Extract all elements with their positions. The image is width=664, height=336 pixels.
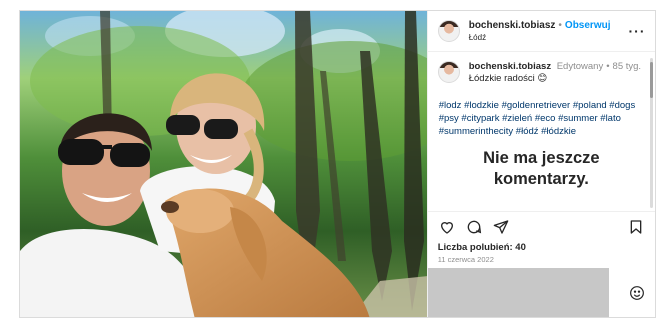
caption-author-avatar[interactable] — [437, 61, 460, 83]
post-location[interactable]: Łódź — [469, 32, 627, 43]
comment-input-area — [427, 268, 655, 317]
header-separator: • — [558, 19, 562, 31]
action-bar — [427, 211, 655, 241]
author-avatar[interactable] — [437, 20, 460, 42]
caption-username[interactable]: bochenski.tobiasz — [469, 61, 551, 72]
photo-illustration — [20, 11, 427, 317]
author-username[interactable]: bochenski.tobiasz — [469, 20, 556, 31]
post-photo[interactable] — [20, 11, 427, 317]
post-header: bochenski.tobiasz • Obserwuj Łódź ··· — [427, 11, 655, 52]
comment-icon[interactable] — [465, 218, 483, 236]
caption-separator: • — [606, 61, 610, 72]
caption-row: bochenski.tobiasz Edytowany • 85 tyg. Łódz… — [437, 61, 645, 85]
caption: bochenski.tobiasz Edytowany • 85 tyg. Łódz… — [469, 61, 641, 85]
bookmark-icon[interactable] — [627, 218, 645, 236]
caption-edited: Edytowany — [556, 61, 604, 72]
caption-hashtags[interactable]: #lodz #lodzkie #goldenretriever #poland … — [438, 99, 645, 138]
emoji-icon[interactable] — [628, 284, 646, 302]
likes-count[interactable]: Liczba polubień: 40 — [428, 241, 655, 254]
send-icon[interactable] — [492, 218, 510, 236]
post-dialog: bochenski.tobiasz • Obserwuj Łódź ··· boch… — [19, 10, 656, 318]
follow-button[interactable]: Obserwuj — [565, 20, 611, 31]
post-date[interactable]: 11 czerwca 2022 — [428, 254, 655, 268]
caption-text: Łódzkie radości 😊 — [468, 73, 548, 84]
post-side-panel: bochenski.tobiasz • Obserwuj Łódź ··· boch… — [426, 11, 655, 317]
more-options-icon[interactable]: ··· — [627, 21, 647, 41]
empty-comments-message: Nie ma jeszcze komentarzy. — [483, 149, 600, 188]
post-header-top: bochenski.tobiasz • Obserwuj — [469, 20, 627, 31]
comments-section: bochenski.tobiasz Edytowany • 85 tyg. Łódz… — [428, 52, 655, 211]
post-header-text: bochenski.tobiasz • Obserwuj Łódź — [469, 20, 627, 43]
scrollbar-thumb[interactable] — [650, 62, 653, 98]
heart-icon[interactable] — [438, 218, 456, 236]
comment-input[interactable] — [427, 268, 609, 317]
caption-age[interactable]: 85 tyg. — [613, 61, 642, 72]
